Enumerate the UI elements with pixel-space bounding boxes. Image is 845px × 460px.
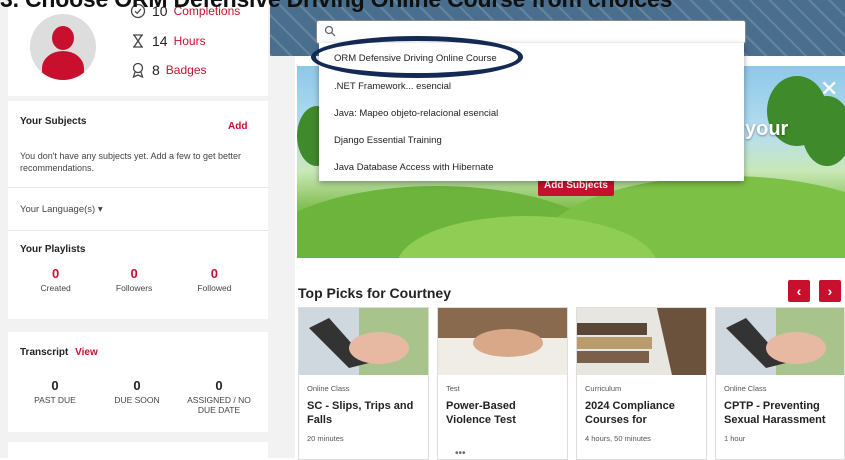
playlists-stats: 0 Created 0 Followers 0 Followed [18,266,254,293]
divider [8,187,268,188]
instruction-heading: 3. Choose ORM Defensive Driving Online C… [0,0,845,13]
transcript-title: Transcript View [20,347,98,358]
course-card[interactable]: Online Class CPTP - Preventing Sexual Ha… [715,307,845,460]
search-input[interactable] [316,20,746,44]
transcript-due-soon[interactable]: 0 DUE SOON [97,378,177,415]
search-result-item[interactable]: ORM Defensive Driving Online Course [334,53,497,64]
hours-stat: 14 Hours [130,33,206,49]
course-card[interactable]: Test Power-Based Violence Test ••• [437,307,568,460]
language-dropdown[interactable]: Your Language(s) ▾ [20,204,103,215]
playlist-followers[interactable]: 0 Followers [116,266,152,293]
badges-stat: 8 Badges [130,62,207,78]
search-results-dropdown: ORM Defensive Driving Online Course .NET… [319,43,744,181]
search-result-item[interactable]: Django Essential Training [334,135,442,146]
playlist-followed[interactable]: 0 Followed [197,266,231,293]
more-options-icon[interactable]: ••• [455,448,466,459]
course-card[interactable]: Curriculum 2024 Compliance Courses for 4… [576,307,707,460]
playlists-title: Your Playlists [20,244,86,255]
hours-link[interactable]: Hours [174,34,206,48]
transcript-past-due[interactable]: 0 PAST DUE [15,378,95,415]
course-thumbnail [438,308,567,375]
top-picks-title: Top Picks for Courtney [298,285,451,301]
playlist-created[interactable]: 0 Created [41,266,71,293]
transcript-view-link[interactable]: View [75,347,98,358]
hourglass-icon [133,34,143,48]
badges-link[interactable]: Badges [166,63,207,77]
carousel-next-button[interactable]: › [819,280,841,302]
add-subject-link[interactable]: Add [228,121,247,132]
subjects-title: Your Subjects [20,116,87,127]
search-result-item[interactable]: .NET Framework... esencial [334,81,451,92]
close-icon[interactable]: ✕ [820,76,838,102]
course-thumbnail [577,308,706,375]
transcript-assigned[interactable]: 0 ASSIGNED / NO DUE DATE [179,378,259,415]
search-result-item[interactable]: Java: Mapeo objeto-relacional esencial [334,108,498,119]
transcript-stats: 0 PAST DUE 0 DUE SOON 0 ASSIGNED / NO DUE D… [14,378,260,415]
sidebar-card [8,442,268,458]
carousel-prev-button[interactable]: ‹ [788,280,810,302]
course-thumbnail [716,308,844,375]
course-thumbnail [299,308,428,375]
search-result-item[interactable]: Java Database Access with Hibernate [334,162,493,173]
search-icon [324,25,336,37]
banner-heading: your [745,118,789,140]
subjects-empty-text: You don't have any subjects yet. Add a f… [20,151,242,173]
avatar [30,14,96,80]
divider [8,230,268,231]
course-card[interactable]: Online Class SC - Slips, Trips and Falls… [298,307,429,460]
badge-ribbon-icon [132,62,144,78]
